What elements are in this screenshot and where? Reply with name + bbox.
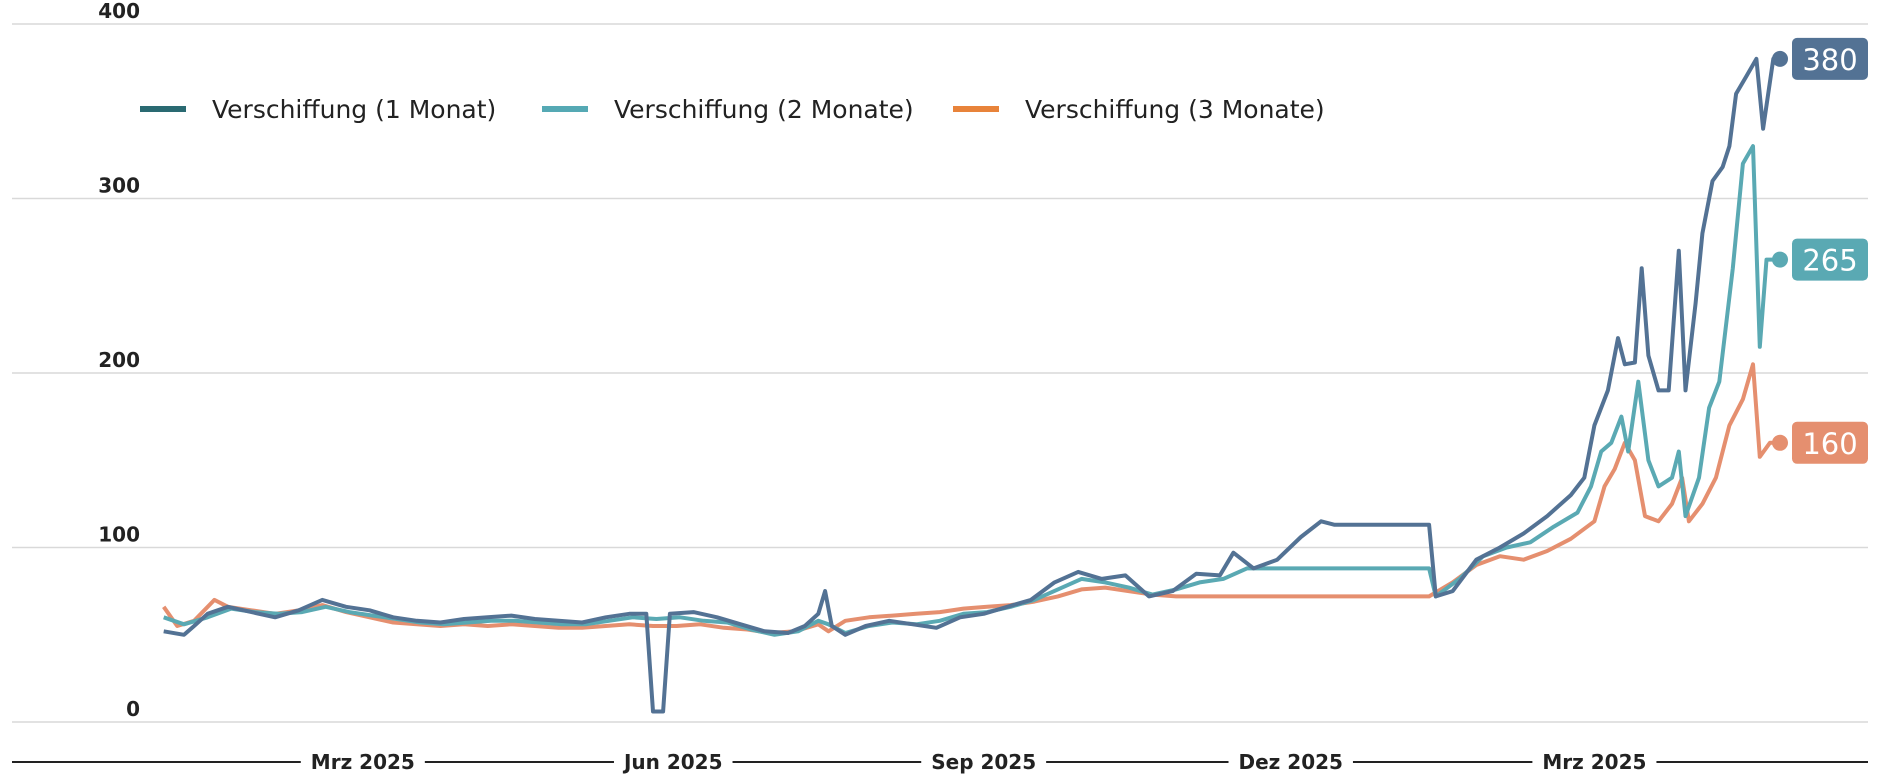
end-value-labels: 380 265 160 [1772,37,1868,464]
x-tick-label: Dez 2025 [1239,750,1343,774]
x-tick-label: Jun 2025 [622,750,723,774]
end-value-label: 160 [1802,427,1857,461]
series-line [163,56,1780,714]
series-line [163,144,1780,637]
series-line [162,362,1780,635]
series-lines [162,56,1780,714]
end-marker [1772,434,1788,451]
end-value-label: 265 [1802,244,1857,278]
legend-swatch [953,106,999,112]
y-axis-tick-labels: 0 100 200 300 400 [98,0,140,721]
y-tick-label: 300 [98,174,140,198]
legend: Verschiffung (1 Monat) Verschiffung (2 Mo… [140,95,1325,124]
x-tick-label: Mrz 2025 [311,750,415,774]
y-tick-label: 100 [98,523,140,547]
x-tick-label: Mrz 2025 [1542,750,1646,774]
line-chart: 0 100 200 300 400 Mrz 2025 Jun 2025 Sep 2025 De… [12,0,1868,774]
end-marker [1772,251,1788,268]
y-tick-label: 0 [126,697,140,721]
y-tick-label: 400 [98,0,140,23]
end-value-label: 380 [1802,43,1857,77]
legend-swatch [140,106,186,112]
legend-label: Verschiffung (3 Monate) [1025,95,1325,124]
end-marker [1772,50,1788,67]
x-axis: Mrz 2025 Jun 2025 Sep 2025 Dez 2025 Mrz 2025 [12,750,1868,774]
legend-label: Verschiffung (2 Monate) [614,95,914,124]
y-tick-label: 200 [98,348,140,372]
x-tick-label: Sep 2025 [931,750,1036,774]
legend-label: Verschiffung (1 Monat) [212,95,496,124]
y-gridlines [12,23,1868,723]
legend-swatch [542,106,588,112]
